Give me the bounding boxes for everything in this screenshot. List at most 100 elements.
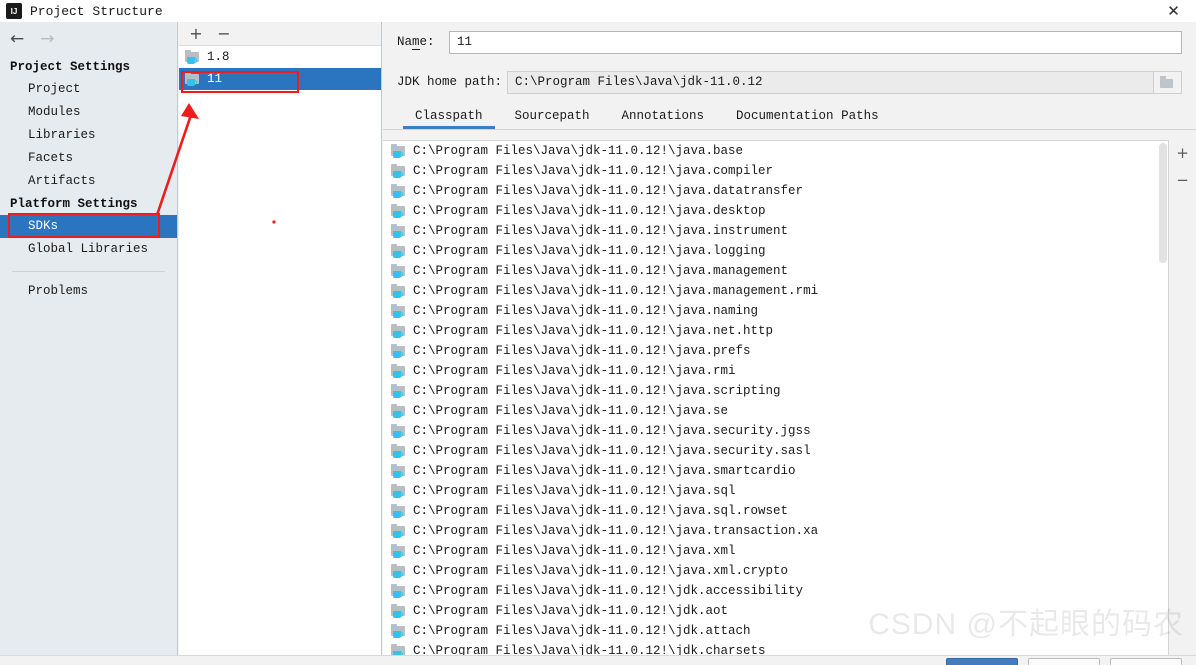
tab-annotations[interactable]: Annotations: [606, 109, 721, 129]
classpath-row-label: C:\Program Files\Java\jdk-11.0.12!\java.…: [413, 384, 781, 398]
sidebar-item-global-libraries[interactable]: Global Libraries: [0, 238, 177, 261]
add-classpath-icon[interactable]: +: [1176, 146, 1190, 161]
classpath-area: C:\Program Files\Java\jdk-11.0.12!\java.…: [383, 140, 1196, 655]
classpath-row[interactable]: C:\Program Files\Java\jdk-11.0.12!\java.…: [383, 321, 1168, 341]
sidebar-divider: [12, 271, 165, 272]
classpath-row[interactable]: C:\Program Files\Java\jdk-11.0.12!\java.…: [383, 541, 1168, 561]
jdk-folder-icon: [391, 224, 407, 238]
project-structure-dialog: Project Structure ✕ ← → Project Settings…: [0, 0, 1196, 665]
classpath-row-label: C:\Program Files\Java\jdk-11.0.12!\jdk.a…: [413, 604, 729, 618]
jdk-folder-icon: [391, 344, 407, 358]
jdk-folder-icon: [391, 184, 407, 198]
classpath-row[interactable]: C:\Program Files\Java\jdk-11.0.12!\java.…: [383, 241, 1168, 261]
sidebar-item-artifacts[interactable]: Artifacts: [0, 170, 177, 193]
jdk-folder-icon: [391, 564, 407, 578]
classpath-row[interactable]: C:\Program Files\Java\jdk-11.0.12!\java.…: [383, 301, 1168, 321]
jdk-folder-icon: [391, 384, 407, 398]
jdk-folder-icon: [185, 50, 201, 64]
apply-button[interactable]: Apply: [1110, 658, 1182, 665]
sidebar-group-project-settings: Project Settings: [10, 60, 131, 74]
classpath-row[interactable]: C:\Program Files\Java\jdk-11.0.12!\java.…: [383, 421, 1168, 441]
classpath-row-label: C:\Program Files\Java\jdk-11.0.12!\java.…: [413, 284, 819, 298]
classpath-row[interactable]: C:\Program Files\Java\jdk-11.0.12!\java.…: [383, 201, 1168, 221]
sdk-list-item-label: 11: [207, 72, 223, 86]
classpath-row-label: C:\Program Files\Java\jdk-11.0.12!\java.…: [413, 244, 766, 258]
classpath-row-label: C:\Program Files\Java\jdk-11.0.12!\java.…: [413, 344, 751, 358]
tab-sourcepath[interactable]: Sourcepath: [499, 109, 606, 129]
classpath-row[interactable]: C:\Program Files\Java\jdk-11.0.12!\java.…: [383, 441, 1168, 461]
classpath-row-label: C:\Program Files\Java\jdk-11.0.12!\java.…: [413, 424, 811, 438]
classpath-row-label: C:\Program Files\Java\jdk-11.0.12!\java.…: [413, 364, 736, 378]
classpath-row-label: C:\Program Files\Java\jdk-11.0.12!\java.…: [413, 404, 729, 418]
sidebar-item-sdks[interactable]: SDKs: [0, 215, 177, 238]
classpath-row[interactable]: C:\Program Files\Java\jdk-11.0.12!\java.…: [383, 361, 1168, 381]
remove-sdk-icon[interactable]: −: [217, 25, 231, 42]
sidebar-item-facets[interactable]: Facets: [0, 147, 177, 170]
classpath-row[interactable]: C:\Program Files\Java\jdk-11.0.12!\java.…: [383, 501, 1168, 521]
watermark: CSDN @不起眼的码农: [868, 608, 1184, 641]
classpath-row[interactable]: C:\Program Files\Java\jdk-11.0.12!\java.…: [383, 481, 1168, 501]
classpath-row-label: C:\Program Files\Java\jdk-11.0.12!\java.…: [413, 324, 774, 338]
sidebar-nav-arrows: ← →: [0, 22, 177, 56]
classpath-row-label: C:\Program Files\Java\jdk-11.0.12!\java.…: [413, 484, 736, 498]
classpath-row[interactable]: C:\Program Files\Java\jdk-11.0.12!\java.…: [383, 281, 1168, 301]
jdk-folder-icon: [391, 624, 407, 638]
sidebar-item-modules[interactable]: Modules: [0, 101, 177, 124]
jdk-folder-icon: [391, 584, 407, 598]
jdk-folder-icon: [391, 644, 407, 655]
classpath-row-label: C:\Program Files\Java\jdk-11.0.12!\java.…: [413, 504, 789, 518]
sidebar-item-project[interactable]: Project: [0, 78, 177, 101]
tab-classpath[interactable]: Classpath: [399, 109, 499, 129]
classpath-row[interactable]: C:\Program Files\Java\jdk-11.0.12!\jdk.c…: [383, 641, 1168, 655]
jdk-folder-icon: [391, 284, 407, 298]
classpath-row-label: C:\Program Files\Java\jdk-11.0.12!\java.…: [413, 444, 811, 458]
classpath-row-label: C:\Program Files\Java\jdk-11.0.12!\jdk.a…: [413, 584, 804, 598]
name-label: Name:: [397, 35, 435, 50]
jdk-home-path-input[interactable]: C:\Program Files\Java\jdk-11.0.12: [507, 70, 1154, 94]
jdk-folder-icon: [391, 604, 407, 618]
classpath-row[interactable]: C:\Program Files\Java\jdk-11.0.12!\java.…: [383, 181, 1168, 201]
classpath-row-label: C:\Program Files\Java\jdk-11.0.12!\java.…: [413, 144, 744, 158]
jdk-home-path-row: JDK home path: C:\Program Files\Java\jdk…: [383, 62, 1196, 102]
classpath-row[interactable]: C:\Program Files\Java\jdk-11.0.12!\java.…: [383, 401, 1168, 421]
sidebar-item-problems[interactable]: Problems: [0, 280, 177, 303]
classpath-row[interactable]: C:\Program Files\Java\jdk-11.0.12!\java.…: [383, 461, 1168, 481]
classpath-row-label: C:\Program Files\Java\jdk-11.0.12!\java.…: [413, 524, 819, 538]
jdk-folder-icon: [391, 144, 407, 158]
close-icon[interactable]: ✕: [1151, 0, 1196, 22]
ok-button[interactable]: OK: [946, 658, 1018, 665]
name-input[interactable]: 11: [449, 30, 1182, 54]
sdk-list-item-1-8[interactable]: 1.8: [179, 46, 381, 68]
jdk-folder-icon: [391, 464, 407, 478]
sidebar-group-platform-settings: Platform Settings: [10, 197, 138, 211]
classpath-row[interactable]: C:\Program Files\Java\jdk-11.0.12!\jdk.a…: [383, 581, 1168, 601]
cancel-button[interactable]: Cancel: [1028, 658, 1100, 665]
sdk-list-item-11[interactable]: 11: [179, 68, 381, 90]
jdk-folder-icon: [391, 444, 407, 458]
jdk-folder-icon: [391, 244, 407, 258]
tab-documentation-paths[interactable]: Documentation Paths: [720, 109, 895, 129]
classpath-list[interactable]: C:\Program Files\Java\jdk-11.0.12!\java.…: [383, 140, 1168, 655]
name-label-mnemonic: m: [412, 35, 420, 50]
classpath-row[interactable]: C:\Program Files\Java\jdk-11.0.12!\java.…: [383, 521, 1168, 541]
classpath-row[interactable]: C:\Program Files\Java\jdk-11.0.12!\java.…: [383, 141, 1168, 161]
back-arrow-icon[interactable]: ←: [10, 30, 24, 48]
window-title: Project Structure: [30, 3, 163, 19]
forward-arrow-icon[interactable]: →: [40, 30, 54, 48]
classpath-row[interactable]: C:\Program Files\Java\jdk-11.0.12!\java.…: [383, 381, 1168, 401]
browse-folder-button[interactable]: [1154, 70, 1182, 94]
sidebar-item-libraries[interactable]: Libraries: [0, 124, 177, 147]
classpath-row-label: C:\Program Files\Java\jdk-11.0.12!\java.…: [413, 304, 759, 318]
classpath-row-label: C:\Program Files\Java\jdk-11.0.12!\java.…: [413, 564, 789, 578]
classpath-scrollbar[interactable]: [1158, 141, 1168, 655]
classpath-row[interactable]: C:\Program Files\Java\jdk-11.0.12!\java.…: [383, 161, 1168, 181]
sdk-detail-panel: Name: 11 JDK home path: C:\Program Files…: [383, 22, 1196, 655]
remove-classpath-icon[interactable]: −: [1176, 173, 1190, 188]
classpath-row[interactable]: C:\Program Files\Java\jdk-11.0.12!\java.…: [383, 221, 1168, 241]
classpath-row[interactable]: C:\Program Files\Java\jdk-11.0.12!\java.…: [383, 261, 1168, 281]
add-sdk-icon[interactable]: +: [189, 25, 203, 42]
classpath-row[interactable]: C:\Program Files\Java\jdk-11.0.12!\java.…: [383, 341, 1168, 361]
jdk-folder-icon: [391, 544, 407, 558]
classpath-row[interactable]: C:\Program Files\Java\jdk-11.0.12!\java.…: [383, 561, 1168, 581]
classpath-scrollbar-thumb[interactable]: [1159, 143, 1167, 263]
